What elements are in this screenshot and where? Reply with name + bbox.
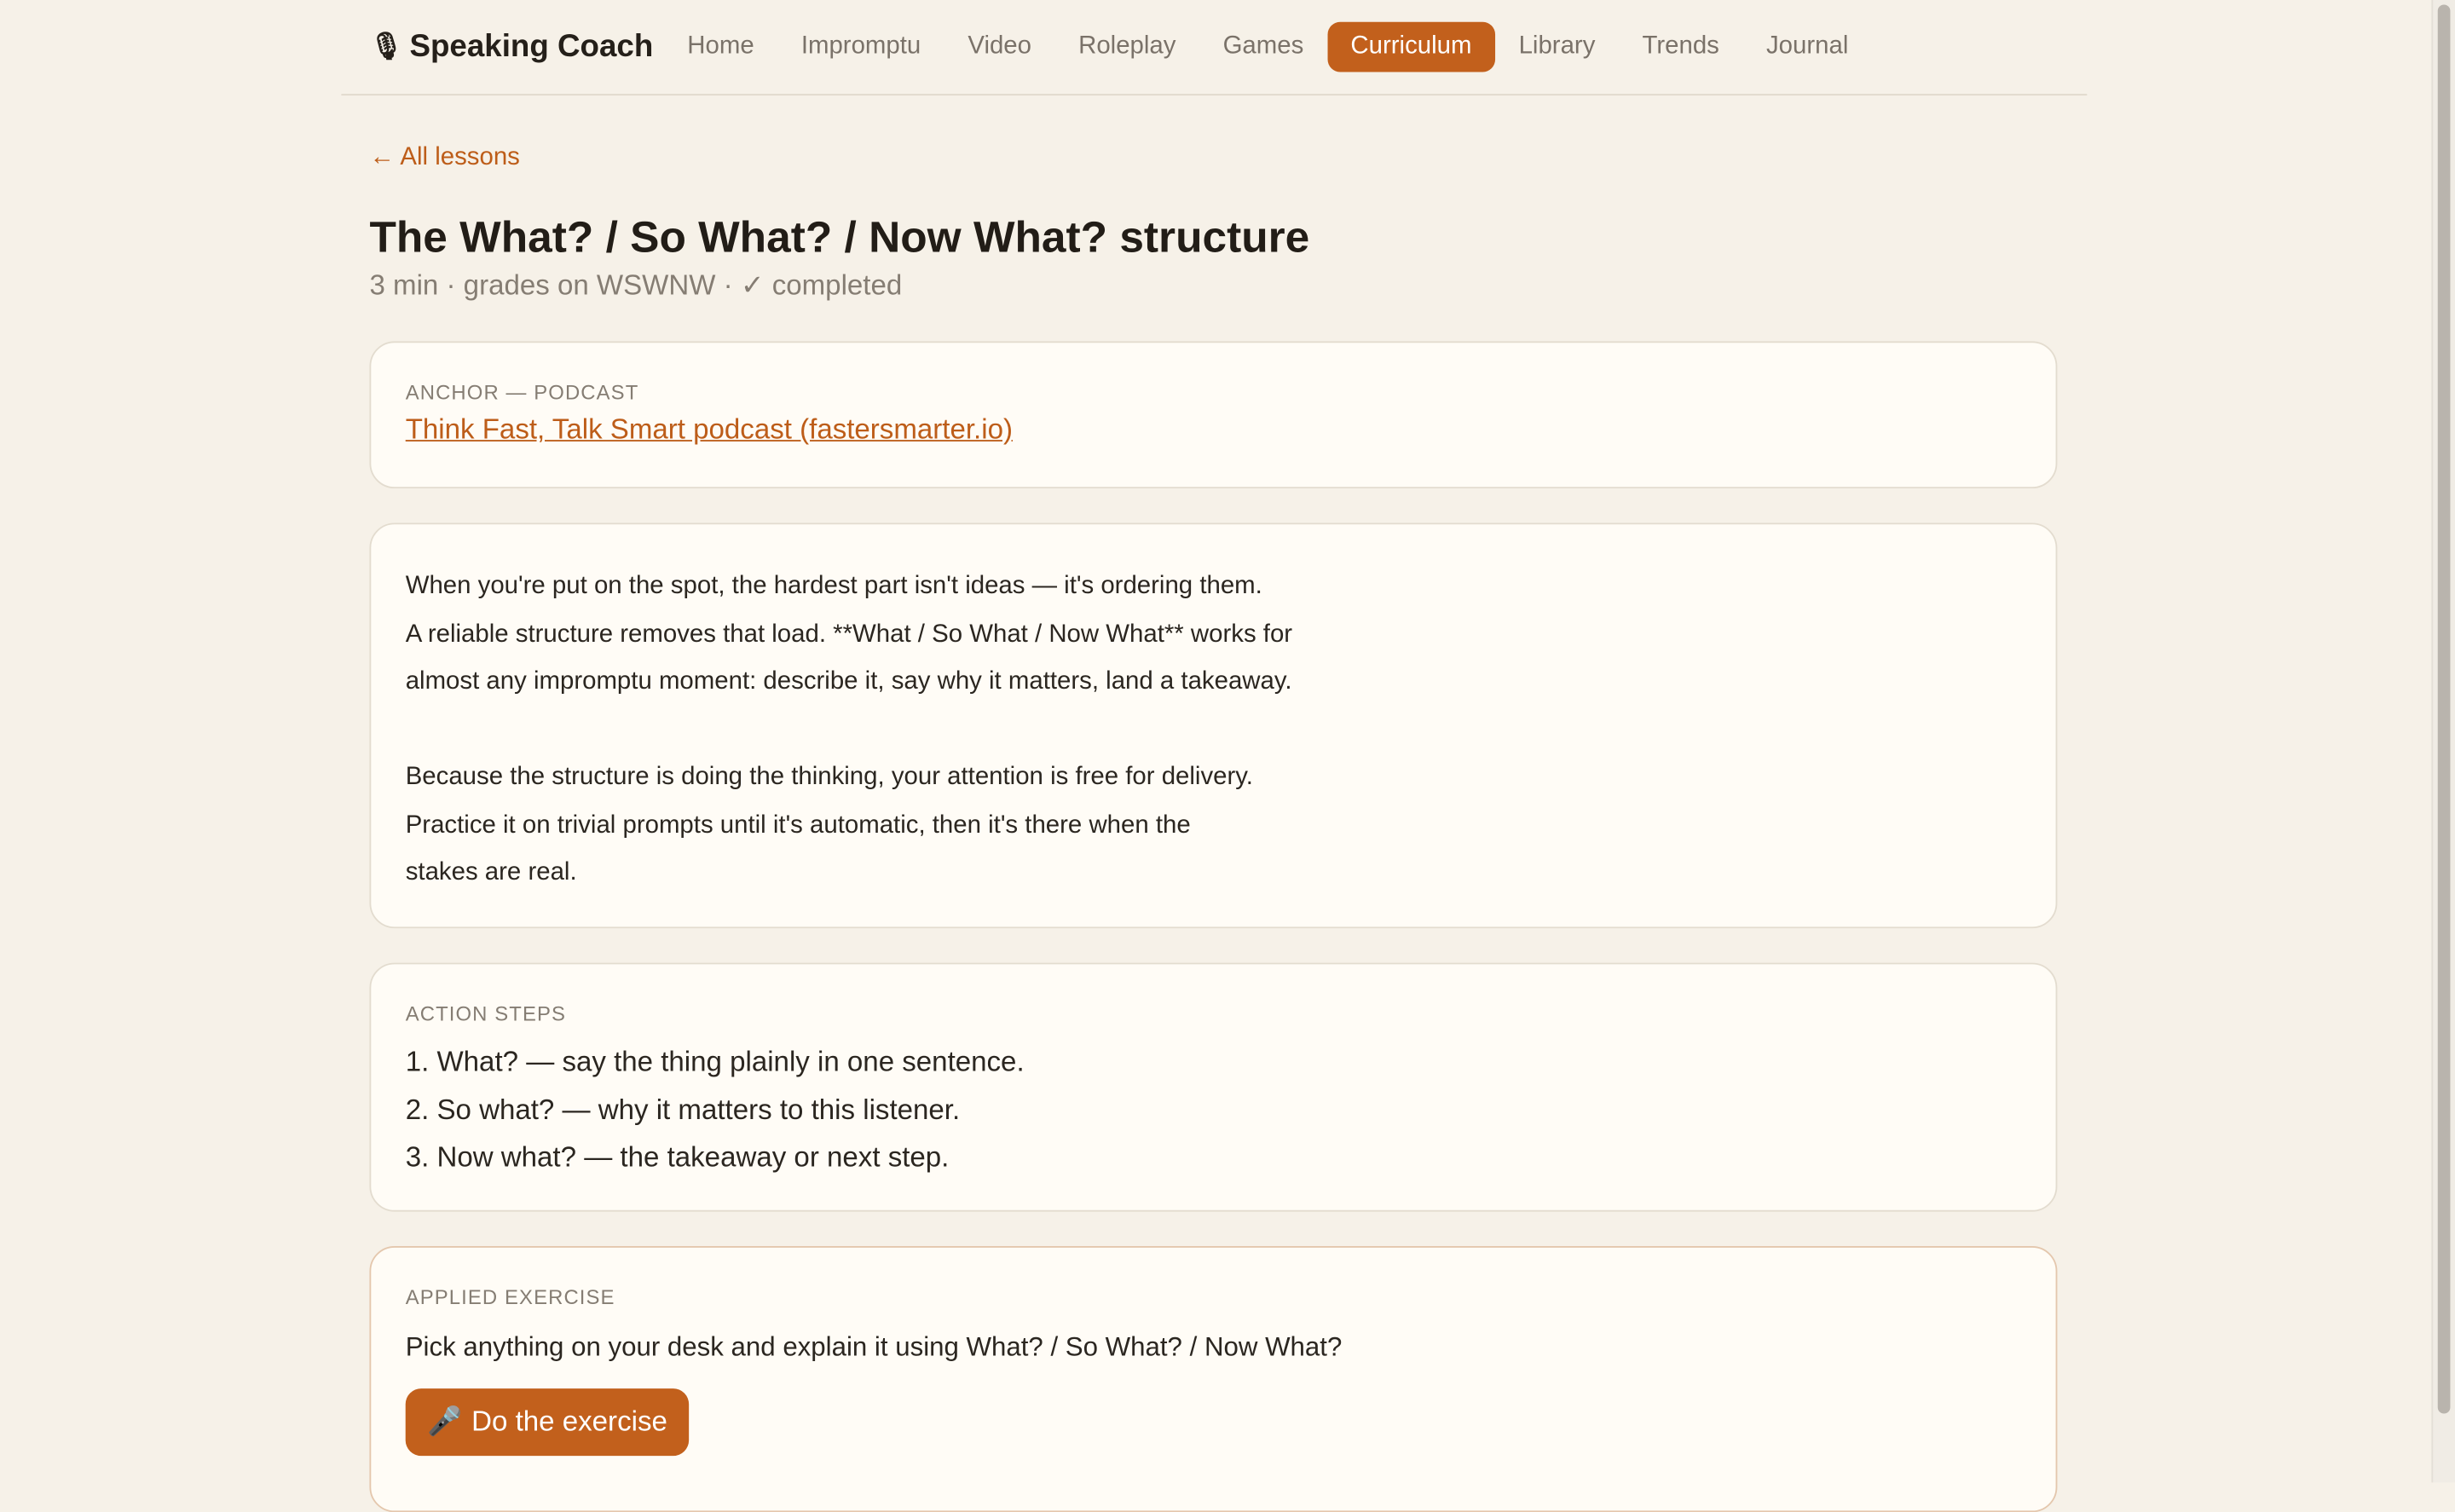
body-line: When you're put on the spot, the hardest… [405, 573, 1262, 600]
nav-item-trends[interactable]: Trends [1619, 22, 1742, 72]
anchor-card: ANCHOR — PODCAST Think Fast, Talk Smart … [369, 341, 2058, 489]
page: 🎙 Speaking Coach Home Impromptu Video Ro… [0, 0, 2455, 1512]
brand[interactable]: 🎙 Speaking Coach [369, 22, 653, 72]
do-exercise-button[interactable]: 🎤 Do the exercise [405, 1388, 690, 1457]
all-lessons-link[interactable]: ← All lessons [369, 144, 519, 172]
nav-item-games[interactable]: Games [1199, 22, 1327, 72]
main-nav: Home Impromptu Video Roleplay Games Curr… [664, 20, 1872, 73]
scrollbar-thumb[interactable] [2437, 4, 2451, 1414]
nav-item-library[interactable]: Library [1495, 22, 1619, 72]
action-steps-card: ACTION STEPS 1. What? — say the thing pl… [369, 962, 2058, 1212]
page-title: The What? / So What? / Now What? structu… [369, 212, 1310, 262]
lesson-body: When you're put on the spot, the hardest… [406, 563, 1292, 897]
body-line: A reliable structure removes that load. … [405, 620, 1293, 648]
brand-name: Speaking Coach [409, 28, 654, 64]
vertical-scrollbar[interactable] [2431, 0, 2455, 1483]
body-line: Because the structure is doing the think… [405, 764, 1253, 791]
podcast-link[interactable]: Think Fast, Talk Smart podcast (fastersm… [406, 413, 1013, 447]
microphone-icon: 🎙 [369, 31, 404, 61]
anchor-label: ANCHOR — PODCAST [405, 380, 639, 404]
nav-item-roleplay[interactable]: Roleplay [1055, 22, 1199, 72]
lesson-meta: 3 min · grades on WSWNW · ✓ completed [369, 268, 903, 301]
body-line: stakes are real. [405, 859, 577, 886]
exercise-label: APPLIED EXERCISE [405, 1284, 615, 1309]
action-step: 3. Now what? — the takeaway or next step… [405, 1140, 950, 1173]
action-step: 1. What? — say the thing plainly in one … [405, 1045, 1025, 1077]
action-step: 2. So what? — why it matters to this lis… [405, 1093, 961, 1125]
nav-item-home[interactable]: Home [664, 22, 778, 72]
applied-exercise-card: APPLIED EXERCISE Pick anything on your d… [369, 1246, 2058, 1512]
lesson-body-card: When you're put on the spot, the hardest… [369, 522, 2058, 929]
body-line: almost any impromptu moment: describe it… [405, 668, 1292, 695]
top-navigation-bar: 🎙 Speaking Coach Home Impromptu Video Ro… [341, 0, 2088, 96]
nav-item-journal[interactable]: Journal [1742, 22, 1871, 72]
body-line: Practice it on trivial prompts until it'… [405, 811, 1191, 839]
microphone-icon: 🎤 [426, 1405, 463, 1438]
nav-item-curriculum[interactable]: Curriculum [1326, 21, 1496, 72]
action-steps-label: ACTION STEPS [405, 1001, 567, 1026]
exercise-prompt: Pick anything on your desk and explain i… [405, 1332, 1343, 1362]
nav-item-video[interactable]: Video [944, 22, 1055, 72]
action-steps-list: 1. What? — say the thing plainly in one … [406, 1038, 1025, 1181]
nav-item-impromptu[interactable]: Impromptu [777, 22, 944, 72]
do-exercise-label: Do the exercise [471, 1405, 667, 1438]
